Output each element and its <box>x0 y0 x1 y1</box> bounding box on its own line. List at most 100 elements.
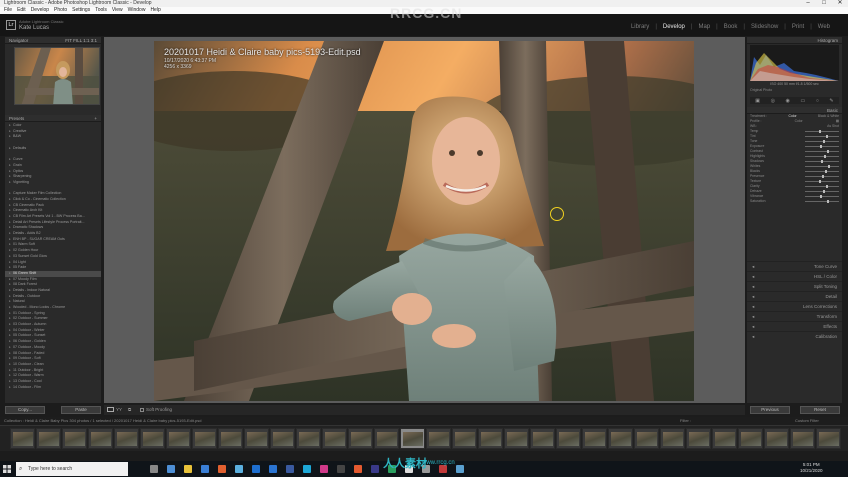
module-library[interactable]: Library <box>629 24 651 30</box>
panel-section-header[interactable]: ◂ Effects <box>747 321 842 331</box>
module-book[interactable]: Book <box>722 24 740 30</box>
filmstrip-thumbnail[interactable] <box>192 428 217 449</box>
filmstrip-thumbnail[interactable] <box>478 428 503 449</box>
windows-start-icon[interactable] <box>3 465 11 473</box>
filter-value[interactable]: Custom Filter <box>795 417 819 425</box>
spot-removal-icon[interactable]: ◎ <box>771 98 775 104</box>
filmstrip-thumbnail[interactable] <box>114 428 139 449</box>
minimize-button[interactable]: – <box>800 0 816 7</box>
filmstrip-thumbnail[interactable] <box>660 428 685 449</box>
slider-handle[interactable] <box>827 150 829 153</box>
filmstrip-thumbnail[interactable] <box>348 428 373 449</box>
adjustment-slider[interactable] <box>805 145 839 148</box>
filmstrip-thumbnail[interactable] <box>296 428 321 449</box>
adjustment-slider[interactable] <box>805 190 839 193</box>
adjustment-slider[interactable] <box>805 130 839 133</box>
adjustment-slider[interactable] <box>805 195 839 198</box>
collapse-arrow-icon[interactable]: ◂ <box>752 262 754 271</box>
reset-button[interactable]: Reset <box>800 406 840 414</box>
filmstrip-thumbnail[interactable] <box>36 428 61 449</box>
panel-section-header[interactable]: ◂ Tone Curve <box>747 261 842 271</box>
red-eye-icon[interactable]: ◉ <box>786 98 790 104</box>
module-web[interactable]: Web <box>816 24 832 30</box>
wb-value[interactable]: As Shot <box>827 124 839 129</box>
adjustment-slider[interactable] <box>805 175 839 178</box>
adjustment-slider[interactable] <box>805 140 839 143</box>
taskbar-app-icon[interactable] <box>252 465 260 473</box>
slider-handle[interactable] <box>819 180 821 183</box>
adjustment-slider[interactable] <box>805 180 839 183</box>
basic-header[interactable]: Basic <box>747 107 842 114</box>
adjustment-slider[interactable] <box>805 150 839 153</box>
collapse-arrow-icon[interactable]: ◂ <box>752 282 754 291</box>
taskbar-app-icon[interactable] <box>303 465 311 473</box>
taskbar-clock[interactable]: 5:01 PM 10/21/2020 <box>800 462 823 474</box>
collapse-arrow-icon[interactable]: ◂ <box>752 332 754 341</box>
module-print[interactable]: Print <box>790 24 806 30</box>
close-button[interactable]: ✕ <box>832 0 848 7</box>
preset-item[interactable]: ▸ 14 Outdoor - Film <box>5 385 101 391</box>
slider-handle[interactable] <box>822 175 824 178</box>
menu-view[interactable]: View <box>112 7 123 14</box>
menu-edit[interactable]: Edit <box>17 7 26 14</box>
graduated-filter-icon[interactable]: ▭ <box>801 98 806 104</box>
slider-handle[interactable] <box>826 185 828 188</box>
filmstrip-thumbnail[interactable] <box>426 428 451 449</box>
previous-button[interactable]: Previous <box>750 406 790 414</box>
taskbar-app-icon[interactable] <box>371 465 379 473</box>
filmstrip-thumbnail[interactable] <box>400 428 425 449</box>
filmstrip-thumbnail[interactable] <box>790 428 815 449</box>
filmstrip-thumbnail[interactable] <box>374 428 399 449</box>
paste-button[interactable]: Paste <box>61 406 101 414</box>
filmstrip-thumbnail[interactable] <box>738 428 763 449</box>
taskbar-app-icon[interactable] <box>337 465 345 473</box>
navigator-preview[interactable] <box>14 47 100 105</box>
adjustment-slider[interactable] <box>805 160 839 163</box>
filmstrip-thumbnail[interactable] <box>88 428 113 449</box>
histogram-header[interactable]: Histogram <box>747 37 842 44</box>
navigator-header[interactable]: Navigator FIT FILL 1:1 3:1 <box>5 37 101 44</box>
module-develop[interactable]: Develop <box>661 24 687 30</box>
slider-handle[interactable] <box>828 165 830 168</box>
panel-section-header[interactable]: ◂ Split Toning <box>747 281 842 291</box>
before-after-icon[interactable]: YY <box>116 407 122 412</box>
adjustment-brush-icon[interactable]: ✎ <box>829 98 833 104</box>
main-photo[interactable]: 20201017 Heidi & Claire baby pics-5193-E… <box>154 41 694 401</box>
slider-handle[interactable] <box>821 160 823 163</box>
soft-proofing-checkbox[interactable] <box>140 408 144 412</box>
presets-header[interactable]: Presets + <box>5 115 101 122</box>
taskbar-app-icon[interactable] <box>439 465 447 473</box>
copy-button[interactable]: Copy... <box>5 406 45 414</box>
filmstrip-thumbnail[interactable] <box>166 428 191 449</box>
collapse-arrow-icon[interactable]: ◂ <box>752 322 754 331</box>
filmstrip-thumbnail[interactable] <box>764 428 789 449</box>
panel-section-header[interactable]: ◂ Calibration <box>747 331 842 341</box>
panel-section-header[interactable]: ◂ Detail <box>747 291 842 301</box>
taskbar-app-icon[interactable] <box>269 465 277 473</box>
collapse-arrow-icon[interactable]: ◂ <box>752 312 754 321</box>
taskbar-app-icon[interactable] <box>218 465 226 473</box>
slider-handle[interactable] <box>824 155 826 158</box>
profile-value[interactable]: Color <box>795 119 803 124</box>
collapse-arrow-icon[interactable]: ◂ <box>752 302 754 311</box>
filmstrip-thumbnail[interactable] <box>218 428 243 449</box>
maximize-button[interactable]: □ <box>816 0 832 7</box>
filmstrip-thumbnail[interactable] <box>504 428 529 449</box>
collapse-arrow-icon[interactable]: ◂ <box>752 272 754 281</box>
slider-handle[interactable] <box>819 130 821 133</box>
slider-handle[interactable] <box>827 200 829 203</box>
filmstrip-thumbnail[interactable] <box>10 428 35 449</box>
panel-section-header[interactable]: ◂ HSL / Color <box>747 271 842 281</box>
menu-help[interactable]: Help <box>150 7 160 14</box>
slider-handle[interactable] <box>825 170 827 173</box>
taskbar-app-icon[interactable] <box>201 465 209 473</box>
menu-photo[interactable]: Photo <box>54 7 67 14</box>
compare-icon[interactable]: ⧉ <box>128 407 131 412</box>
adjustment-slider[interactable] <box>805 185 839 188</box>
slider-handle[interactable] <box>820 195 822 198</box>
add-preset-icon[interactable]: + <box>94 115 97 121</box>
adjustment-slider[interactable] <box>805 155 839 158</box>
menu-develop[interactable]: Develop <box>31 7 49 14</box>
filmstrip-thumbnail[interactable] <box>452 428 477 449</box>
adjustment-slider[interactable] <box>805 200 839 203</box>
